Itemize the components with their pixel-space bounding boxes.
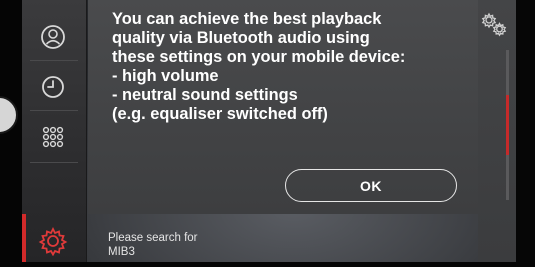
profile-icon[interactable] xyxy=(34,18,72,56)
dialog-line: - neutral sound settings xyxy=(112,86,298,104)
ok-button[interactable]: OK xyxy=(285,169,457,202)
bluetooth-audio-dialog: You can achieve the best playback qualit… xyxy=(88,0,478,214)
dialog-message: You can achieve the best playback qualit… xyxy=(112,10,472,124)
rail-divider xyxy=(30,162,78,163)
left-nav-rail xyxy=(22,0,87,262)
search-hint-line: Please search for xyxy=(108,232,198,244)
scrollbar-thumb[interactable] xyxy=(506,95,509,155)
rail-divider xyxy=(30,110,78,111)
search-hint: Please search for MIB3 xyxy=(108,231,198,259)
apps-grid-icon[interactable] xyxy=(34,118,72,156)
settings-gear-icon[interactable] xyxy=(34,222,72,260)
clock-icon[interactable] xyxy=(34,68,72,106)
dialog-line: these settings on your mobile device: xyxy=(112,48,406,66)
screen-bezel-bottom xyxy=(22,262,516,267)
dialog-line: You can achieve the best playback xyxy=(112,10,382,28)
rail-divider xyxy=(30,60,78,61)
screen-bezel-right xyxy=(516,0,535,267)
dialog-line: (e.g. equaliser switched off) xyxy=(112,105,328,123)
search-hint-device: MIB3 xyxy=(108,246,135,258)
right-panel xyxy=(478,0,516,262)
gears-icon[interactable] xyxy=(480,12,510,38)
dialog-line: - high volume xyxy=(112,67,219,85)
active-indicator xyxy=(22,214,26,262)
dialog-line: quality via Bluetooth audio using xyxy=(112,29,370,47)
